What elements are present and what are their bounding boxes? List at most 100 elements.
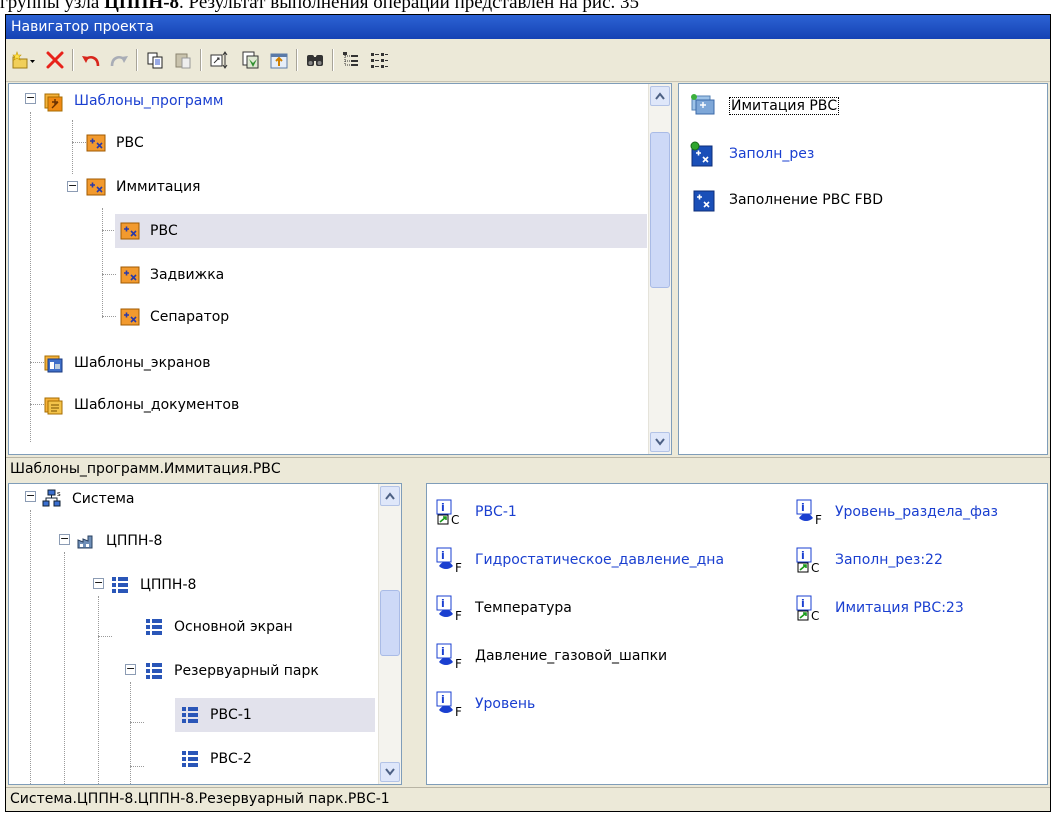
templates-tree-scrollbar[interactable] bbox=[648, 84, 671, 454]
tree-connector bbox=[130, 766, 144, 768]
list-item-fill-res-22[interactable]: iC Заполн_рез:22 bbox=[795, 546, 943, 575]
collapse-toggle[interactable]: − bbox=[93, 577, 104, 589]
list-item-temperature[interactable]: iF Температура bbox=[435, 594, 572, 623]
program-template-icon bbox=[120, 308, 140, 326]
info-fbd-icon: iF bbox=[435, 642, 467, 671]
list-item-fill-rvs-fbd[interactable]: Заполнение РВС FBD bbox=[689, 186, 883, 214]
list-item-label: Температура bbox=[475, 600, 572, 616]
list-item-fill-res[interactable]: Заполн_рез bbox=[689, 140, 814, 168]
copy-icon[interactable] bbox=[142, 47, 168, 73]
tree-view-icon[interactable] bbox=[338, 47, 364, 73]
collapse-toggle[interactable]: − bbox=[25, 92, 36, 104]
delete-icon[interactable] bbox=[42, 47, 68, 73]
tree-node-label: Резервуарный парк bbox=[174, 663, 319, 679]
info-fbd-icon: iF bbox=[435, 546, 467, 575]
list-item-gas-cap-pressure[interactable]: iF Давление_газовой_шапки bbox=[435, 642, 667, 671]
list-item-label: Уровень bbox=[475, 696, 536, 712]
list-item-label: РВС-1 bbox=[475, 504, 517, 520]
list-item-label: Гидростатическое_давление_дна bbox=[475, 552, 725, 568]
list-item-hydrostatic-pressure[interactable]: iF Гидростатическое_давление_дна bbox=[435, 546, 725, 575]
item-kind-letter: C bbox=[451, 513, 459, 526]
tree-node-main-screen[interactable]: Основной экран bbox=[143, 610, 296, 644]
program-folder-icon bbox=[691, 94, 715, 115]
system-tree-scrollbar[interactable] bbox=[378, 484, 401, 784]
tree-node-label: Задвижка bbox=[150, 267, 225, 283]
tree-connector bbox=[130, 722, 144, 724]
list-item-rvs1[interactable]: iC РВС-1 bbox=[435, 498, 517, 527]
tree-node-rvs[interactable]: РВС bbox=[85, 126, 147, 160]
collapse-toggle[interactable]: − bbox=[59, 533, 70, 545]
tree-node-cppn8-station[interactable]: ЦППН-8 bbox=[75, 524, 165, 558]
tree-connector bbox=[98, 636, 112, 638]
tree-connector bbox=[72, 120, 74, 174]
tree-node-document-templates[interactable]: Шаблоны_документов bbox=[43, 388, 242, 422]
tree-node-imitation-rvs-selected[interactable]: РВС bbox=[115, 214, 647, 248]
screen-group-icon bbox=[112, 577, 128, 593]
scroll-thumb[interactable] bbox=[380, 590, 400, 656]
vertical-splitter[interactable] bbox=[402, 483, 408, 785]
undo-icon[interactable] bbox=[78, 47, 104, 73]
tree-node-label: РВС-1 bbox=[210, 707, 252, 723]
find-icon[interactable] bbox=[302, 47, 328, 73]
info-link-icon: iC bbox=[795, 594, 827, 623]
tree-node-program-templates[interactable]: Шаблоны_программ bbox=[43, 84, 226, 118]
redo-icon[interactable] bbox=[106, 47, 132, 73]
item-kind-letter: F bbox=[455, 657, 462, 670]
properties-icon[interactable] bbox=[238, 47, 264, 73]
info-fbd-icon: iF bbox=[435, 594, 467, 623]
tree-node-system[interactable]: s Система bbox=[41, 484, 137, 516]
system-path-status: Система.ЦППН-8.ЦППН-8.Резервуарный парк.… bbox=[6, 787, 1050, 809]
fbd-program-icon bbox=[693, 190, 715, 212]
tree-node-label: Основной экран bbox=[174, 619, 293, 635]
tree-connector bbox=[130, 682, 132, 784]
scroll-up-button[interactable] bbox=[380, 486, 400, 506]
import-icon[interactable] bbox=[266, 47, 292, 73]
toolbar-separator bbox=[296, 49, 298, 71]
svg-text:i: i bbox=[441, 501, 445, 514]
svg-text:i: i bbox=[441, 645, 445, 658]
tree-node-label: Шаблоны_программ bbox=[74, 93, 224, 109]
scroll-thumb[interactable] bbox=[650, 132, 670, 288]
list-item-phase-interface-level[interactable]: iF Уровень_раздела_фаз bbox=[795, 498, 998, 527]
tree-connector bbox=[30, 404, 44, 406]
tree-node-imitation[interactable]: Иммитация bbox=[85, 170, 203, 204]
tree-node-tank-farm[interactable]: Резервуарный парк bbox=[143, 654, 322, 688]
tree-node-label: Шаблоны_документов bbox=[74, 397, 240, 413]
tree-node-cppn8-group[interactable]: ЦППН-8 bbox=[109, 568, 199, 602]
collapse-toggle[interactable]: − bbox=[25, 490, 36, 502]
tree-node-separator[interactable]: Сепаратор bbox=[119, 300, 232, 334]
info-fbd-icon: iF bbox=[795, 498, 827, 527]
collapse-toggle[interactable]: − bbox=[125, 663, 136, 675]
tree-connector bbox=[64, 552, 66, 784]
tree-node-rvs1-selected[interactable]: РВС-1 bbox=[175, 698, 375, 732]
new-dropdown-icon[interactable] bbox=[10, 47, 36, 73]
sort-icon[interactable] bbox=[206, 47, 232, 73]
collapse-toggle[interactable]: − bbox=[67, 180, 78, 192]
screen-templates-folder-icon bbox=[44, 355, 63, 373]
doc-text-after: . Результат выполнения операции представ… bbox=[179, 0, 640, 13]
info-fbd-icon: iF bbox=[435, 690, 467, 719]
list-item-imitation-rvs[interactable]: Имитация РВС bbox=[689, 92, 840, 120]
item-kind-letter: F bbox=[815, 513, 822, 526]
scroll-down-button[interactable] bbox=[380, 762, 400, 782]
window-title: Навигатор проекта bbox=[6, 15, 1050, 39]
tree-node-screen-templates[interactable]: Шаблоны_экранов bbox=[43, 346, 213, 380]
tree-connector bbox=[102, 208, 104, 318]
tree-node-rvs2[interactable]: РВС-2 bbox=[179, 742, 255, 776]
tree-connector bbox=[30, 112, 32, 442]
svg-text:i: i bbox=[441, 549, 445, 562]
svg-text:i: i bbox=[801, 597, 805, 610]
templates-list-pane: Имитация РВС Заполн_рез Заполнение РВС F… bbox=[678, 83, 1048, 455]
svg-text:i: i bbox=[801, 549, 805, 562]
list-item-imitation-rvs-23[interactable]: iC Имитация РВС:23 bbox=[795, 594, 964, 623]
item-kind-letter: F bbox=[455, 705, 462, 718]
paste-icon[interactable] bbox=[170, 47, 196, 73]
list-item-level[interactable]: iF Уровень bbox=[435, 690, 536, 719]
scroll-up-button[interactable] bbox=[650, 86, 670, 106]
tree-node-label: Система bbox=[72, 491, 135, 507]
list-view-icon[interactable] bbox=[366, 47, 392, 73]
tree-node-label: РВС bbox=[150, 223, 178, 239]
toolbar-separator bbox=[200, 49, 202, 71]
tree-node-valve[interactable]: Задвижка bbox=[119, 258, 227, 292]
scroll-down-button[interactable] bbox=[650, 432, 670, 452]
